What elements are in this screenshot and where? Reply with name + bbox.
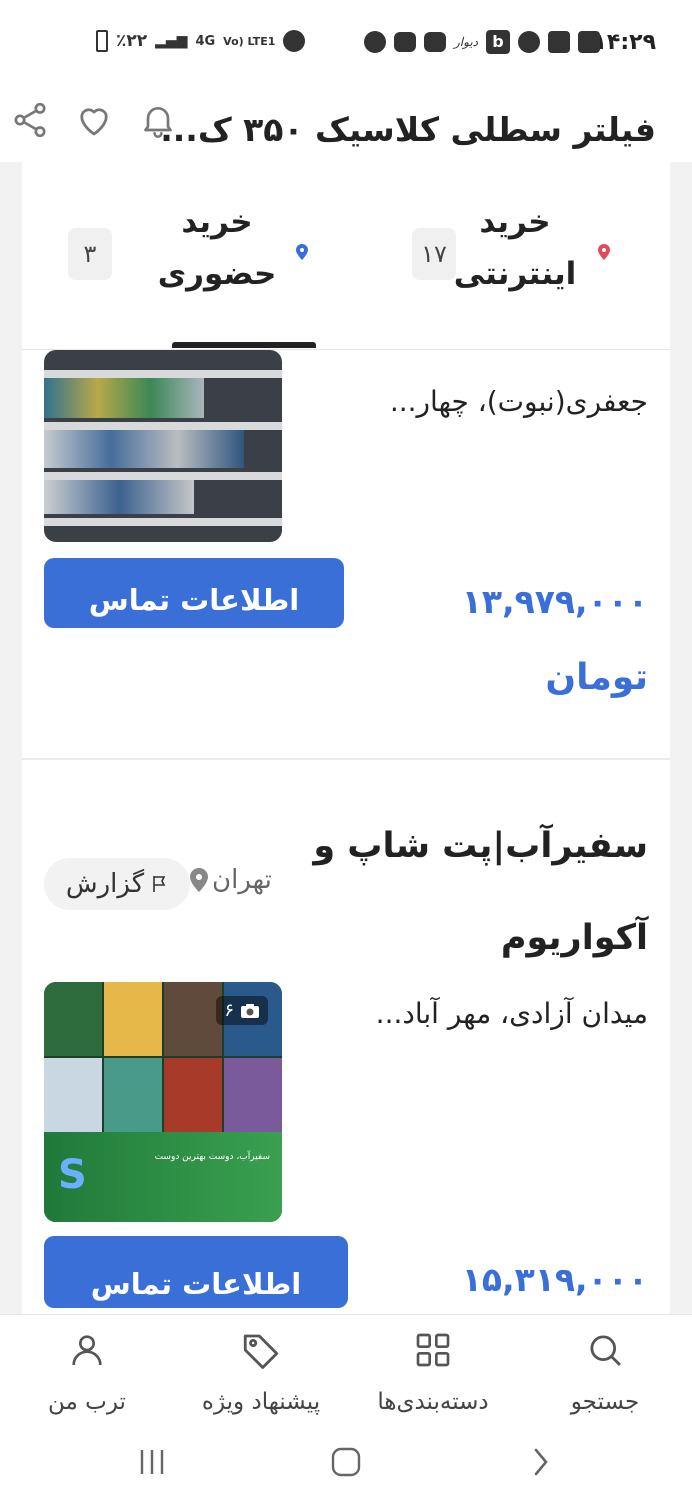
purchase-tabs: خرید اینترنتی ۱۷ خرید حضوری ۳: [22, 162, 670, 350]
location-pin-icon: [190, 868, 208, 892]
divar-icon: دیوار: [453, 35, 478, 49]
listing-1-currency: تومان: [545, 657, 648, 698]
signal-icon: ▂▄▆: [155, 33, 188, 49]
nav-search-label: جستجو: [570, 1389, 640, 1415]
status-time: ۱۴:۲۹: [593, 30, 656, 55]
system-icons: ٪۲۲ ▂▄▆ 4G Vo) LTE1: [96, 30, 306, 52]
poster-logo-s: S: [58, 1152, 87, 1198]
flag-icon: [153, 876, 166, 892]
status-bar: ۱۴:۲۹ دیوار b ٪۲۲ ▂▄▆ 4G Vo) LTE1: [0, 0, 692, 90]
location-dot-icon: [598, 244, 610, 260]
chevron-right-icon: [534, 1448, 548, 1476]
nav-special-offer-label: پیشنهاد ویژه: [201, 1389, 321, 1415]
report-label: گزارش: [65, 869, 145, 899]
basket-icon: [518, 31, 540, 53]
app-header: فیلتر سطلی کلاسیک ۳۵۰ ک...: [0, 90, 692, 162]
recent-apps-icon: [140, 1450, 164, 1474]
system-navigation-bar: [0, 1426, 692, 1500]
store-shelves-photo: [44, 350, 282, 542]
heart-icon: [80, 108, 108, 136]
poster-banner: S سفیرآب، دوست بهترین دوست: [44, 1132, 282, 1222]
listing-image-2[interactable]: S سفیرآب، دوست بهترین دوست ۶: [44, 982, 282, 1222]
listing-image-1[interactable]: [44, 350, 282, 542]
share-icon: [14, 102, 46, 138]
notify-button[interactable]: [134, 96, 182, 144]
report-button[interactable]: گزارش: [44, 858, 190, 910]
listing-1-address: جعفری(نبوت)، چهار...: [389, 385, 648, 418]
nav-my-torob[interactable]: ترب من: [2, 1325, 172, 1415]
camera-icon: [241, 1003, 259, 1018]
volte-label: Vo) LTE1: [223, 34, 276, 48]
listing-2-store-name[interactable]: سفیرآب|پت شاپ و آکواریوم: [288, 800, 648, 984]
page-title: فیلتر سطلی کلاسیک ۳۵۰ ک...: [160, 110, 656, 149]
tab-in-person-count: ۳: [68, 228, 112, 280]
bell-icon: [144, 107, 172, 138]
b-app-icon: b: [486, 30, 510, 54]
home-button[interactable]: [326, 1444, 366, 1480]
listing-card-1[interactable]: جعفری(نبوت)، چهار... اطلاعات تماس ۱۳,۹۷۹…: [22, 350, 670, 758]
share-button[interactable]: [6, 96, 54, 144]
tab-online[interactable]: خرید اینترنتی ۱۷: [370, 162, 670, 350]
tab-in-person-label: خرید حضوری: [157, 204, 277, 292]
whatsapp-icon: [363, 31, 386, 53]
nav-my-torob-label: ترب من: [48, 1389, 126, 1415]
network-label: 4G: [195, 33, 216, 49]
photo-count-badge: ۶: [216, 996, 268, 1025]
tab-in-person[interactable]: خرید حضوری ۳: [22, 162, 322, 350]
chat-icon: [423, 32, 446, 52]
tab-online-count: ۱۷: [412, 228, 456, 280]
poster-text: سفیرآب، دوست بهترین دوست: [154, 1152, 270, 1162]
listing-card-2[interactable]: سفیرآب|پت شاپ و آکواریوم تهران گزارش S س…: [22, 760, 670, 1314]
gmail-icon: [548, 31, 570, 53]
nav-search[interactable]: جستجو: [520, 1325, 690, 1415]
user-icon: [72, 1335, 102, 1366]
battery-icon: [96, 30, 108, 52]
nav-special-offer[interactable]: پیشنهاد ویژه: [176, 1325, 346, 1415]
recent-apps-button[interactable]: [136, 1444, 168, 1480]
back-button[interactable]: [524, 1444, 556, 1480]
listing-2-address: میدان آزادی، مهر آباد...: [375, 997, 648, 1030]
tab-online-label: خرید اینترنتی: [453, 204, 577, 292]
photo-count: ۶: [224, 1000, 234, 1021]
location-text: تهران: [212, 865, 272, 895]
favorite-button[interactable]: [70, 96, 118, 144]
categories-icon: [416, 1333, 450, 1367]
contact-info-button-2[interactable]: اطلاعات تماس: [44, 1236, 348, 1308]
gallery-icon: [578, 31, 600, 53]
active-tab-indicator: [172, 342, 316, 348]
listing-2-price: ۱۵,۳۱۹,۰۰۰: [461, 1260, 648, 1299]
listing-1-price: ۱۳,۹۷۹,۰۰۰: [461, 582, 648, 621]
alarm-icon: [283, 30, 306, 52]
home-icon: [331, 1447, 361, 1477]
bottom-navigation: جستجو دسته‌بندی‌ها پیشنهاد ویژه ترب من: [0, 1314, 692, 1426]
notification-icons: دیوار b: [363, 30, 600, 54]
listing-2-location: تهران: [190, 865, 272, 895]
location-dot-icon: [296, 244, 308, 260]
tag-icon: [243, 1334, 279, 1369]
search-icon: [590, 1335, 621, 1366]
message-icon: [393, 32, 416, 52]
nav-categories-label: دسته‌بندی‌ها: [377, 1389, 489, 1415]
battery-level: ٪۲۲: [116, 31, 148, 51]
nav-categories[interactable]: دسته‌بندی‌ها: [348, 1325, 518, 1415]
contact-info-button-1[interactable]: اطلاعات تماس: [44, 558, 344, 628]
